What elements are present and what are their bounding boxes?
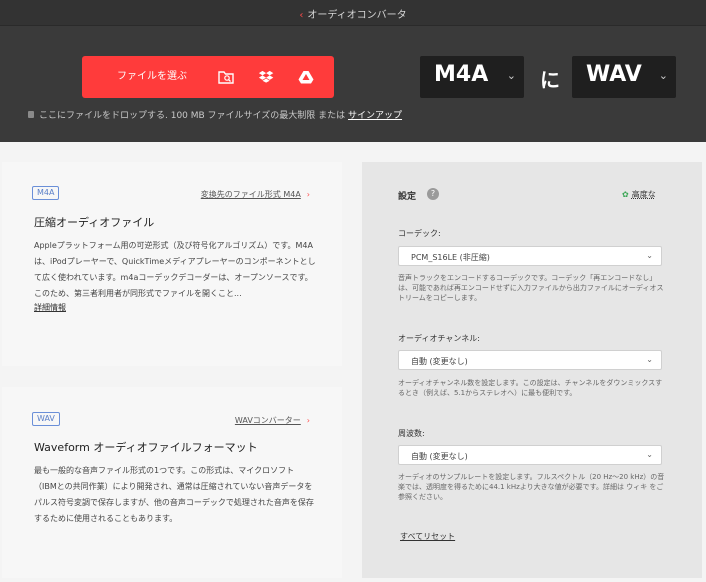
advanced-settings-link[interactable]: ✿ 高度な: [622, 189, 656, 200]
codec-select[interactable]: PCM_S16LE (非圧縮) ⌄: [398, 246, 662, 266]
channel-help: オーディオチャンネル数を設定します。この設定は、チャンネルをダウンミックスすると…: [398, 379, 663, 397]
top-bar: ‹ オーディオコンバータ: [0, 0, 706, 26]
format-card-m4a: M4A 変換先のファイル形式 M4A › 圧縮オーディオファイル Appleプラッ…: [2, 162, 342, 366]
frequency-select[interactable]: 自動 (変更なし) ⌄: [398, 445, 662, 465]
choose-files-button[interactable]: ファイルを選ぶ: [82, 56, 334, 98]
chevron-down-icon: ⌄: [646, 355, 653, 364]
chevron-down-icon: ⌄: [506, 69, 516, 82]
settings-title: 設定: [398, 192, 417, 202]
breadcrumb-label[interactable]: オーディオコンバータ: [307, 10, 406, 21]
settings-panel: 設定 ? ✿ 高度な コーデック: PCM_S16LE (非圧縮) ⌄ 音声トラッ…: [362, 162, 702, 578]
frequency-help: オーディオのサンプルレートを設定します。フルスペクトル（20 Hz〜20 kHz…: [398, 473, 665, 501]
source-format-select[interactable]: M4A ⌄: [420, 56, 524, 98]
chevron-left-icon: ‹: [299, 10, 304, 21]
channel-value: 自動 (変更なし): [411, 357, 468, 366]
format-link-label[interactable]: WAVコンバーター: [235, 416, 301, 425]
channel-label: オーディオチャンネル:: [398, 334, 480, 343]
chevron-down-icon: ⌄: [658, 69, 668, 82]
source-format-value: M4A: [434, 62, 489, 87]
to-label: に: [540, 68, 560, 92]
format-link[interactable]: 変換先のファイル形式 M4A ›: [201, 189, 310, 200]
lock-icon: [28, 111, 34, 118]
choose-files-label[interactable]: ファイルを選ぶ: [82, 56, 222, 98]
dropbox-icon[interactable]: [256, 67, 276, 87]
target-format-value: WAV: [586, 62, 642, 87]
format-link-label[interactable]: 変換先のファイル形式 M4A: [201, 190, 301, 199]
frequency-label: 周波数:: [398, 429, 425, 438]
codec-value: PCM_S16LE (非圧縮): [411, 253, 490, 262]
breadcrumb[interactable]: ‹ オーディオコンバータ: [0, 6, 706, 21]
gear-icon: ✿: [622, 190, 629, 199]
target-format-select[interactable]: WAV ⌄: [572, 56, 676, 98]
help-icon[interactable]: ?: [427, 188, 439, 200]
channel-select[interactable]: 自動 (変更なし) ⌄: [398, 350, 662, 370]
chevron-down-icon: ⌄: [646, 251, 653, 260]
codec-label: コーデック:: [398, 229, 441, 238]
signup-link[interactable]: サインアップ: [348, 111, 402, 121]
format-description: 最も一般的な音声ファイル形式の1つです。この形式は、マイクロソフト（IBMとの共…: [34, 466, 314, 523]
google-drive-icon[interactable]: [296, 67, 316, 87]
format-title: Waveform オーディオファイルフォーマット: [34, 441, 258, 454]
format-title: 圧縮オーディオファイル: [34, 216, 155, 229]
folder-search-icon[interactable]: [216, 67, 236, 87]
converter-header: ‹ オーディオコンバータ ファイルを選ぶ ここにファイルをドロップする. 100 …: [0, 0, 706, 142]
details-link[interactable]: 詳細情報: [34, 302, 66, 313]
advanced-label[interactable]: 高度な: [632, 190, 656, 199]
drop-hint: ここにファイルをドロップする. 100 MB ファイルサイズの最大制限 または …: [28, 108, 402, 121]
drop-hint-text: ここにファイルをドロップする. 100 MB ファイルサイズの最大制限 または: [39, 111, 349, 121]
reset-all-link[interactable]: すべてリセット: [400, 531, 455, 542]
chevron-right-icon: ›: [306, 416, 310, 425]
codec-help: 音声トラックをエンコードするコーデックです。コーデック「再エンコードなし」は、可…: [398, 274, 664, 302]
format-description: Appleプラットフォーム用の可逆形式（及び符号化アルゴリズム）です。M4Aは、…: [34, 241, 316, 298]
chevron-right-icon: ›: [306, 190, 310, 199]
format-card-wav: WAV WAVコンバーター › Waveform オーディオファイルフォーマット …: [2, 387, 342, 578]
chevron-down-icon: ⌄: [646, 450, 653, 459]
format-link[interactable]: WAVコンバーター ›: [235, 415, 310, 426]
format-badge: M4A: [32, 186, 60, 200]
frequency-value: 自動 (変更なし): [411, 452, 468, 461]
format-badge: WAV: [32, 412, 60, 426]
